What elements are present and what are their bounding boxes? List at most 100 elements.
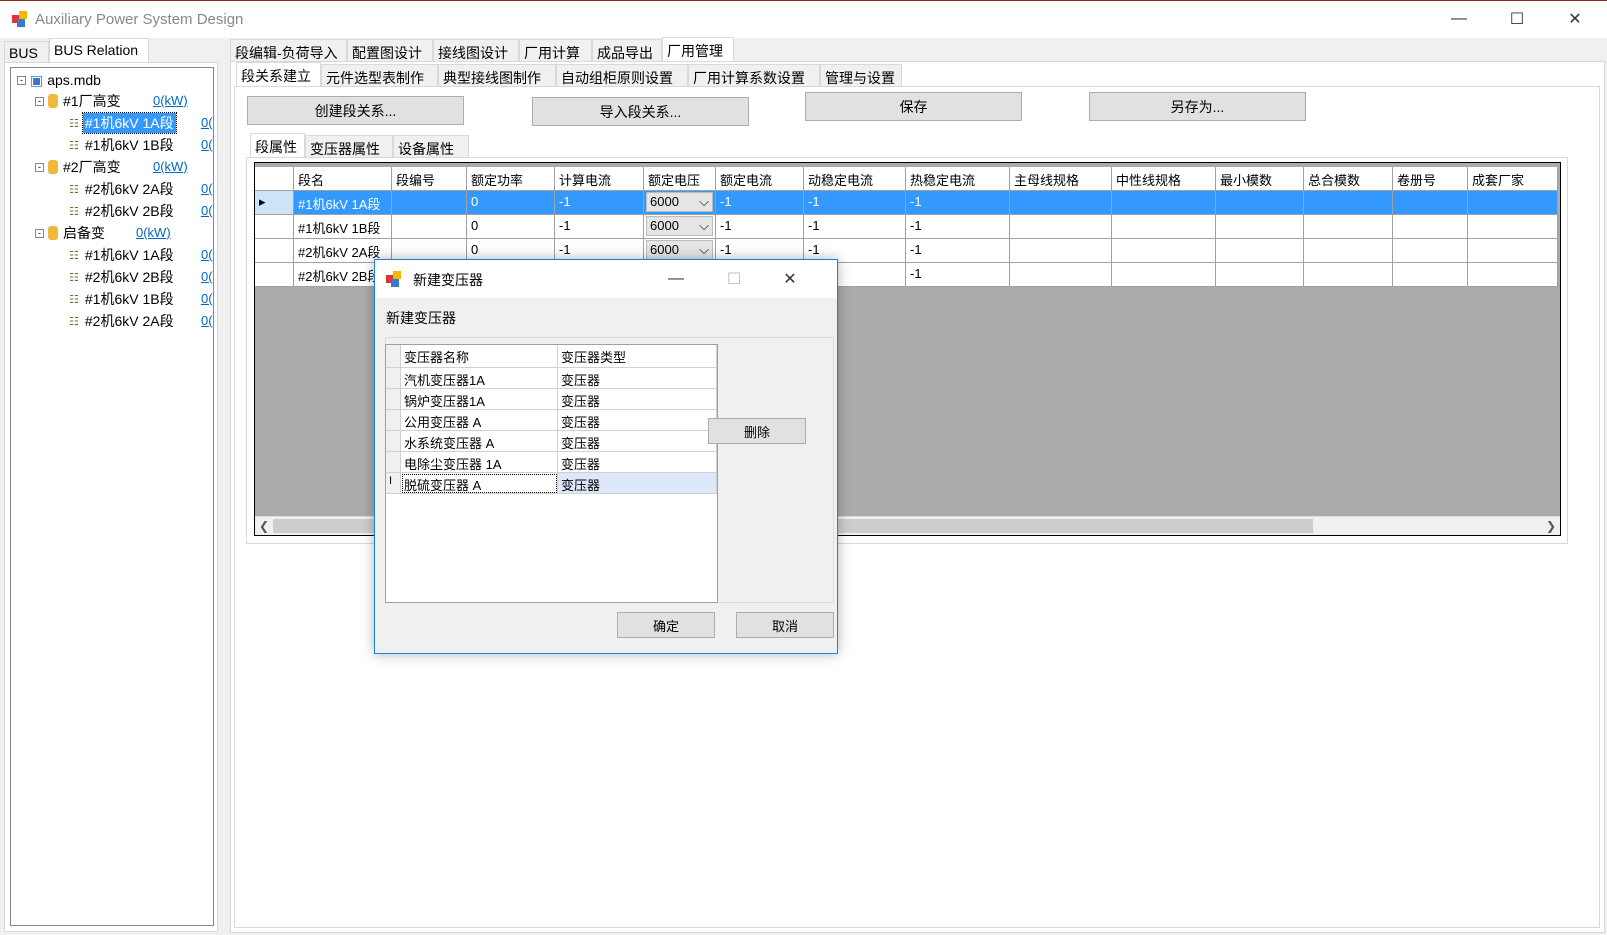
- sub-tab-1[interactable]: 元件选型表制作: [321, 64, 438, 86]
- main-tab-3[interactable]: 厂用计算: [519, 39, 592, 61]
- sub-tab-4[interactable]: 厂用计算系数设置: [688, 64, 820, 86]
- transformer-row[interactable]: I 脱硫变压器 A 变压器: [386, 473, 717, 494]
- prop-tab-1[interactable]: 变压器属性: [305, 135, 393, 157]
- column-header[interactable]: 主母线规格: [1010, 167, 1112, 191]
- main-tab-4[interactable]: 成品导出: [592, 39, 662, 61]
- transformer-type-cell[interactable]: 变压器: [558, 452, 717, 473]
- transformer-type-cell[interactable]: 变压器: [558, 473, 717, 494]
- column-header[interactable]: 卷册号: [1393, 167, 1468, 191]
- grid-cell[interactable]: 0: [467, 191, 555, 215]
- main-tab-5[interactable]: 厂用管理: [662, 37, 734, 61]
- grid-cell[interactable]: #1机6kV 1A段: [294, 191, 392, 215]
- tree-segment[interactable]: ☷ #2机6kV 2B段: [69, 267, 176, 287]
- tree-segment-power-link[interactable]: 0(: [201, 269, 213, 284]
- grid-cell[interactable]: [1112, 263, 1216, 287]
- grid-cell[interactable]: [1393, 191, 1468, 215]
- column-header[interactable]: 热稳定电流: [906, 167, 1010, 191]
- voltage-combo[interactable]: 6000 ⌵: [646, 192, 713, 212]
- save-button[interactable]: 保存: [805, 92, 1022, 121]
- row-header[interactable]: ▸: [255, 191, 294, 215]
- grid-cell[interactable]: [1393, 215, 1468, 239]
- tree-segment-power-link[interactable]: 0(: [201, 115, 213, 130]
- grid-cell[interactable]: 0: [467, 215, 555, 239]
- tree-segment-power-link[interactable]: 0(: [201, 313, 213, 328]
- transformer-row[interactable]: 电除尘变压器 1A 变压器: [386, 452, 717, 473]
- tree-segment[interactable]: ☷ #1机6kV 1A段: [69, 112, 177, 134]
- save-as-button[interactable]: 另存为...: [1089, 92, 1306, 121]
- tree-group-power-link[interactable]: 0(kW): [153, 93, 188, 108]
- grid-cell[interactable]: [1304, 191, 1393, 215]
- tree-segment-power-link[interactable]: 0(: [201, 181, 213, 196]
- import-relation-button[interactable]: 导入段关系...: [532, 97, 749, 126]
- prop-tab-0[interactable]: 段属性: [250, 133, 305, 157]
- row-header[interactable]: [386, 389, 401, 410]
- tree-segment-power-link[interactable]: 0(: [201, 291, 213, 306]
- sub-tab-5[interactable]: 管理与设置: [820, 64, 902, 86]
- row-header[interactable]: [386, 431, 401, 452]
- transformer-grid[interactable]: 变压器名称 变压器类型 汽机变压器1A 变压器 锅炉变压器1A 变压器 公用变压器 A 变压器…: [385, 344, 718, 603]
- tab-bus[interactable]: BUS: [4, 41, 49, 63]
- maximize-button[interactable]: ☐: [1488, 1, 1546, 37]
- transformer-row[interactable]: 汽机变压器1A 变压器: [386, 368, 717, 389]
- column-header[interactable]: 变压器名称: [401, 345, 558, 368]
- transformer-type-cell[interactable]: 变压器: [558, 368, 717, 389]
- tree-segment[interactable]: ☷ #2机6kV 2B段: [69, 201, 176, 221]
- grid-cell[interactable]: [1010, 263, 1112, 287]
- grid-cell[interactable]: [1393, 263, 1468, 287]
- sub-tab-0[interactable]: 段关系建立: [236, 62, 321, 86]
- tree-segment[interactable]: ☷ #2机6kV 2A段: [69, 311, 176, 331]
- transformer-name-cell[interactable]: 水系统变压器 A: [401, 431, 558, 452]
- grid-cell[interactable]: -1: [906, 191, 1010, 215]
- tree-group[interactable]: - #2厂高变: [35, 157, 121, 177]
- grid-cell[interactable]: [1216, 263, 1304, 287]
- grid-cell[interactable]: [1393, 239, 1468, 263]
- main-tab-2[interactable]: 接线图设计: [433, 39, 519, 61]
- collapse-icon[interactable]: -: [35, 162, 44, 172]
- row-header[interactable]: I: [386, 473, 401, 494]
- grid-cell[interactable]: [1304, 215, 1393, 239]
- table-row[interactable]: ▸ #1机6kV 1A段 0 -1 6000 ⌵ -1 -1 -1: [255, 191, 1558, 215]
- grid-cell[interactable]: 6000 ⌵: [644, 191, 716, 215]
- transformer-type-cell[interactable]: 变压器: [558, 389, 717, 410]
- minimize-button[interactable]: —: [1430, 1, 1488, 37]
- column-header[interactable]: 段编号: [392, 167, 467, 191]
- delete-button[interactable]: 删除: [708, 418, 806, 444]
- collapse-icon[interactable]: -: [17, 75, 26, 85]
- scroll-right-icon[interactable]: ❯: [1546, 519, 1556, 533]
- transformer-row[interactable]: 公用变压器 A 变压器: [386, 410, 717, 431]
- tree-segment[interactable]: ☷ #2机6kV 2A段: [69, 179, 176, 199]
- column-header[interactable]: 变压器类型: [558, 345, 717, 368]
- dialog-minimize-button[interactable]: —: [647, 260, 705, 298]
- table-row[interactable]: #1机6kV 1B段 0 -1 6000 ⌵ -1 -1 -1: [255, 215, 1558, 239]
- grid-cell[interactable]: [1468, 215, 1558, 239]
- row-header[interactable]: [386, 410, 401, 431]
- chevron-down-icon[interactable]: ⌵: [699, 218, 709, 234]
- prop-tab-2[interactable]: 设备属性: [393, 135, 469, 157]
- chevron-down-icon[interactable]: ⌵: [699, 242, 709, 258]
- voltage-combo[interactable]: 6000 ⌵: [646, 216, 713, 236]
- cancel-button[interactable]: 取消: [736, 612, 834, 638]
- transformer-type-cell[interactable]: 变压器: [558, 410, 717, 431]
- grid-cell[interactable]: #1机6kV 1B段: [294, 215, 392, 239]
- column-header[interactable]: 计算电流: [555, 167, 644, 191]
- transformer-name-cell[interactable]: 汽机变压器1A: [401, 368, 558, 389]
- tree-group[interactable]: - #1厂高变: [35, 91, 121, 111]
- main-tab-1[interactable]: 配置图设计: [347, 39, 433, 61]
- sub-tab-2[interactable]: 典型接线图制作: [438, 64, 556, 86]
- grid-cell[interactable]: -1: [555, 215, 644, 239]
- grid-cell[interactable]: -1: [716, 215, 804, 239]
- collapse-icon[interactable]: -: [35, 96, 44, 106]
- column-header[interactable]: 总合模数: [1304, 167, 1393, 191]
- column-header[interactable]: 动稳定电流: [804, 167, 906, 191]
- tab-bus-relation[interactable]: BUS Relation: [49, 38, 149, 62]
- row-header[interactable]: [255, 239, 294, 263]
- tree-segment-power-link[interactable]: 0(: [201, 137, 213, 152]
- grid-cell[interactable]: -1: [555, 191, 644, 215]
- row-header[interactable]: [255, 215, 294, 239]
- grid-cell[interactable]: -1: [906, 215, 1010, 239]
- grid-cell[interactable]: [1010, 191, 1112, 215]
- column-header[interactable]: 段名: [294, 167, 392, 191]
- grid-cell[interactable]: [1112, 215, 1216, 239]
- grid-cell[interactable]: [392, 191, 467, 215]
- column-header[interactable]: 最小模数: [1216, 167, 1304, 191]
